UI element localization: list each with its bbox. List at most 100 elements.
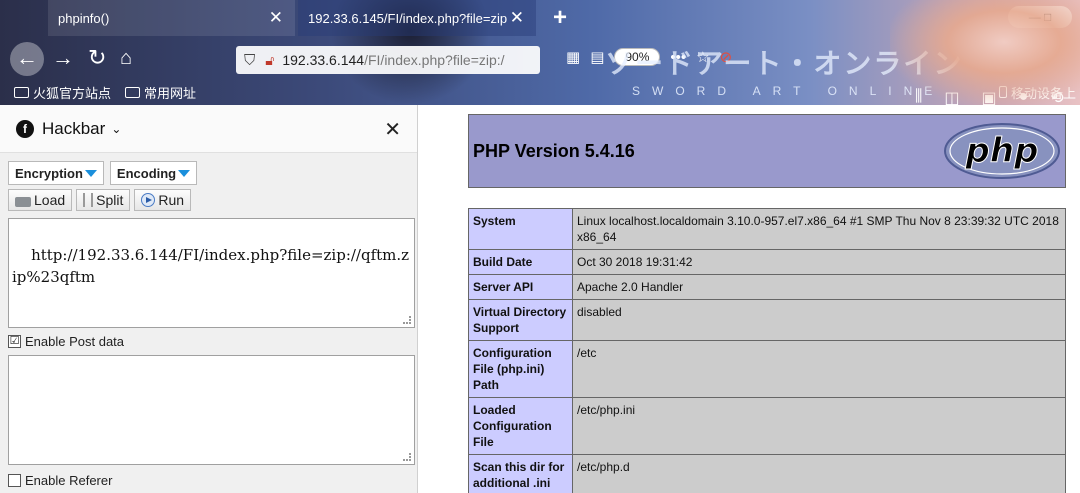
sidebar-icon[interactable]: ◫ bbox=[944, 88, 959, 105]
php-info-value: Oct 30 2018 19:31:42 bbox=[572, 249, 1066, 275]
forward-arrow-icon[interactable]: → bbox=[52, 44, 74, 72]
container-icon[interactable]: ▣ bbox=[982, 88, 997, 105]
php-info-value: Linux localhost.localdomain 3.10.0-957.e… bbox=[572, 208, 1066, 250]
php-info-key: Configuration File (php.ini) Path bbox=[468, 340, 573, 398]
extension-icon[interactable]: ⟲ bbox=[1050, 88, 1063, 105]
close-icon[interactable]: ✕ bbox=[510, 8, 524, 28]
encryption-label: Encryption bbox=[15, 165, 83, 181]
mobile-device-icon bbox=[998, 86, 1007, 98]
resize-handle-icon[interactable] bbox=[403, 316, 411, 324]
hackbar-menus: Encryption Encoding bbox=[8, 161, 198, 185]
run-icon bbox=[141, 193, 156, 207]
phpinfo-page: PHP Version 5.4.16 php System Linux local… bbox=[418, 105, 1080, 493]
dropdown-arrow-icon bbox=[178, 169, 191, 177]
php-info-row: Build Date Oct 30 2018 19:31:42 bbox=[468, 249, 1066, 275]
library-icon[interactable]: ⫼ bbox=[915, 88, 922, 105]
tab-bar: phpinfo() ✕ 192.33.6.145/FI/index.php?fi… bbox=[0, 0, 1080, 36]
php-version-title: PHP Version 5.4.16 bbox=[473, 141, 635, 161]
folder-icon bbox=[125, 86, 141, 98]
hackbar-header: f Hackbar ⌄ ✕ bbox=[0, 105, 417, 153]
bookmark-folder-common[interactable]: 常用网址 bbox=[125, 83, 196, 102]
enable-referer-label: Enable Referer bbox=[25, 473, 113, 488]
qr-code-icon[interactable]: ▦ bbox=[566, 48, 580, 66]
php-info-row: Loaded Configuration File/etc/php.ini bbox=[468, 397, 1066, 455]
php-version-header: PHP Version 5.4.16 php bbox=[468, 114, 1066, 188]
split-icon bbox=[83, 193, 94, 207]
enable-post-label: Enable Post data bbox=[25, 334, 125, 349]
browser-chrome: phpinfo() ✕ 192.33.6.145/FI/index.php?fi… bbox=[0, 0, 1080, 105]
hackbar-title[interactable]: Hackbar bbox=[42, 119, 105, 139]
php-info-row: Server API Apache 2.0 Handler bbox=[468, 274, 1066, 300]
php-info-key: Server API bbox=[468, 274, 573, 300]
tab-title: 192.33.6.145/FI/index.php?file=zip bbox=[308, 10, 508, 26]
php-info-table: System Linux localhost.localdomain 3.10.0… bbox=[468, 208, 1066, 493]
bookmark-label: 火狐官方站点 bbox=[33, 85, 112, 101]
close-icon[interactable]: ✕ bbox=[384, 117, 401, 142]
tab-title: phpinfo() bbox=[58, 10, 110, 26]
hackbar-toolbar: Load Split Run bbox=[8, 189, 192, 211]
encoding-label: Encoding bbox=[116, 165, 177, 181]
split-label: Split bbox=[96, 192, 124, 208]
enable-referer-checkbox[interactable] bbox=[8, 474, 21, 487]
hackbar-url-value: http://192.33.6.144/FI/index.php?file=zi… bbox=[12, 246, 410, 286]
hackbar-logo-icon: f bbox=[16, 119, 34, 138]
php-info-value: /etc/php.d bbox=[572, 454, 1066, 493]
enable-post-checkbox[interactable]: ☑ bbox=[8, 335, 21, 348]
php-info-key: Loaded Configuration File bbox=[468, 397, 573, 455]
enable-referer-row[interactable]: Enable Referer bbox=[8, 473, 112, 488]
hackbar-url-input[interactable]: http://192.33.6.144/FI/index.php?file=zi… bbox=[8, 218, 415, 328]
hackbar-sidebar: f Hackbar ⌄ ✕ Encryption Encoding Load S… bbox=[0, 105, 418, 493]
bookmark-folder-firefox[interactable]: 火狐官方站点 bbox=[14, 83, 111, 102]
home-icon[interactable]: ⌂ bbox=[120, 44, 132, 72]
shield-icon[interactable]: ⛉ bbox=[244, 52, 255, 69]
bookmarks-bar: 火狐官方站点 常用网址 移动设备上 bbox=[0, 81, 1080, 103]
php-info-value: Apache 2.0 Handler bbox=[572, 274, 1066, 300]
php-info-value: /etc bbox=[572, 340, 1066, 398]
php-info-row: Configuration File (php.ini) Path/etc bbox=[468, 340, 1066, 398]
back-arrow-icon[interactable]: ← bbox=[10, 42, 44, 76]
php-logo[interactable]: php bbox=[943, 122, 1061, 180]
enable-post-row[interactable]: ☑ Enable Post data bbox=[8, 334, 124, 349]
bookmark-label: 常用网址 bbox=[144, 85, 197, 101]
php-info-row: System Linux localhost.localdomain 3.10.0… bbox=[468, 208, 1066, 250]
split-button[interactable]: Split bbox=[76, 189, 131, 211]
load-icon bbox=[15, 197, 31, 207]
insecure-lock-icon[interactable]: 🔓︎ bbox=[265, 52, 274, 69]
tab-phpinfo[interactable]: phpinfo() ✕ bbox=[48, 0, 295, 36]
url-host: 192.33.6.144 bbox=[282, 52, 365, 68]
php-info-value: /etc/php.ini bbox=[572, 397, 1066, 455]
reader-view-icon[interactable]: ▤ bbox=[590, 48, 604, 66]
php-logo-text: php bbox=[965, 131, 1039, 171]
window-controls[interactable]: — □ bbox=[1008, 6, 1072, 28]
reload-icon[interactable]: ↻ bbox=[88, 44, 106, 72]
url-bar[interactable]: ⛉ 🔓︎ 192.33.6.144/FI/index.php?file=zip:… bbox=[236, 46, 540, 74]
php-info-key: Build Date bbox=[468, 249, 573, 275]
toolbar-right: ⫼ ◫ ▣ ● ⟲ bbox=[915, 88, 1064, 105]
mobile-bookmarks[interactable]: 移动设备上 bbox=[998, 83, 1076, 102]
php-info-value: disabled bbox=[572, 299, 1066, 341]
folder-icon bbox=[14, 86, 29, 98]
encoding-dropdown[interactable]: Encoding bbox=[109, 161, 198, 185]
run-button[interactable]: Run bbox=[134, 189, 192, 211]
url-path: /FI/index.php?file=zip:/ bbox=[364, 52, 505, 68]
post-data-input[interactable] bbox=[8, 355, 415, 465]
resize-handle-icon[interactable] bbox=[403, 453, 411, 461]
new-tab-plus-icon[interactable]: + bbox=[553, 4, 567, 32]
account-icon[interactable]: ● bbox=[1019, 88, 1029, 105]
url-text[interactable]: 192.33.6.144/FI/index.php?file=zip:/ bbox=[282, 52, 504, 68]
mobile-bookmarks-label: 移动设备上 bbox=[1010, 85, 1076, 101]
encryption-dropdown[interactable]: Encryption bbox=[8, 161, 104, 185]
dropdown-arrow-icon bbox=[84, 169, 97, 177]
tab-index-php[interactable]: 192.33.6.145/FI/index.php?file=zip ✕ bbox=[298, 0, 536, 36]
php-info-key: System bbox=[468, 208, 573, 250]
php-info-key: Scan this dir for additional .ini bbox=[468, 454, 573, 493]
close-icon[interactable]: ✕ bbox=[269, 8, 283, 28]
run-label: Run bbox=[158, 192, 185, 208]
theme-logo: ソードアート・オンライン bbox=[605, 48, 964, 79]
load-button[interactable]: Load bbox=[8, 189, 73, 211]
chevron-down-icon[interactable]: ⌄ bbox=[111, 122, 121, 136]
nav-bar: ← → ↻ ⌂ ⛉ 🔓︎ 192.33.6.144/FI/index.php?f… bbox=[0, 40, 1080, 105]
load-label: Load bbox=[34, 192, 66, 208]
php-info-key: Virtual Directory Support bbox=[468, 299, 573, 341]
php-info-row: Scan this dir for additional .ini/etc/ph… bbox=[468, 454, 1066, 493]
